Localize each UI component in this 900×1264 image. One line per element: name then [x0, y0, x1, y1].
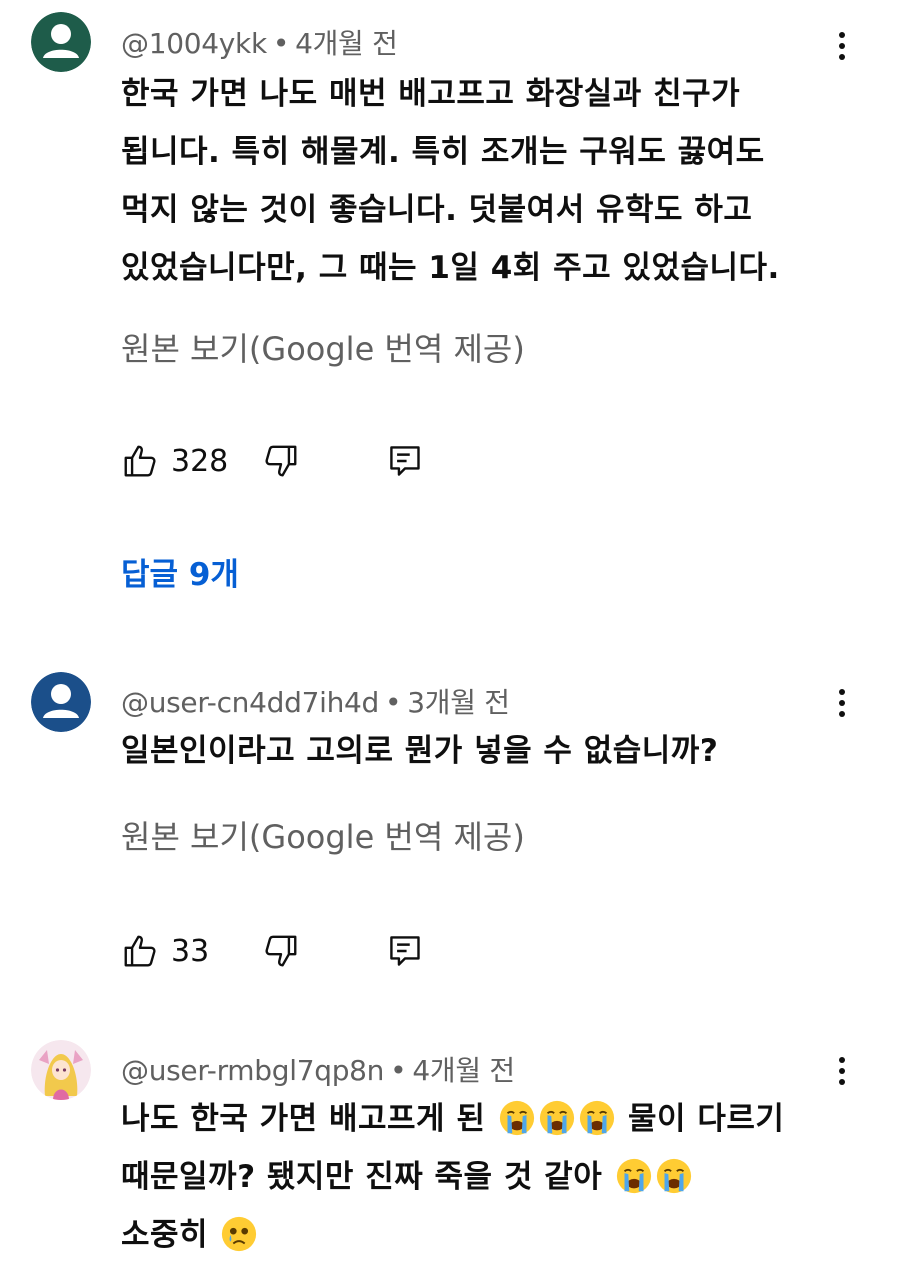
comment-text-line: 있었습니다만, 그 때는 1일 4회 주고 있었습니다.	[121, 250, 780, 286]
comment-reply-icon	[390, 446, 420, 476]
see-original-link[interactable]: 원본 보기(Google 번역 제공)	[121, 324, 525, 370]
loudly-crying-face-icon	[538, 1099, 576, 1137]
comment-text-line: 먹지 않는 것이 좋습니다. 덧붙여서 유학도 하고	[121, 192, 753, 228]
like-count: 33	[171, 933, 210, 969]
like-button[interactable]: 33	[121, 932, 209, 970]
avatar[interactable]	[31, 12, 91, 72]
reply-button[interactable]	[386, 442, 424, 484]
loudly-crying-face-icon	[655, 1157, 693, 1195]
more-options-icon[interactable]	[822, 26, 862, 66]
thumbs-down-icon	[265, 445, 297, 477]
dislike-button[interactable]	[262, 442, 300, 484]
loudly-crying-face-icon	[498, 1099, 536, 1137]
comment-text-line: 한국 가면 나도 매번 배고프고 화장실과 친구가	[121, 76, 741, 112]
avatar[interactable]	[31, 672, 91, 732]
comment-reply-icon	[390, 936, 420, 966]
avatar[interactable]	[31, 1040, 91, 1100]
comment-text-segment: 나도 한국 가면 배고프게 된	[121, 1101, 486, 1137]
like-count: 328	[171, 443, 229, 479]
see-original-link[interactable]: 원본 보기(Google 번역 제공)	[121, 812, 525, 858]
thumbs-down-icon	[265, 935, 297, 967]
comment-text: 나도 한국 가면 배고프게 된 물이 다르기 때문일까? 됐지만 진짜 죽을 것…	[121, 1090, 841, 1264]
like-button[interactable]: 328	[121, 442, 228, 480]
comment-meta: @user-rmbgl7qp8n • 4개월 전	[121, 1049, 515, 1089]
comment-text: 일본인이라고 고의로 뭔가 넣을 수 없습니까?	[121, 722, 841, 780]
user-avatar-icon	[31, 672, 91, 732]
meta-separator: •	[272, 27, 290, 60]
reply-button[interactable]	[386, 932, 424, 974]
anime-character-avatar-icon	[31, 1040, 91, 1100]
comment-handle[interactable]: @1004ykk	[121, 27, 267, 60]
comment-time: 3개월 전	[407, 686, 510, 719]
comment-text: 한국 가면 나도 매번 배고프고 화장실과 친구가 됩니다. 특히 해물계. 특…	[121, 65, 841, 297]
comment-actions: 328	[121, 442, 441, 488]
comment-handle[interactable]: @user-cn4dd7ih4d	[121, 686, 379, 719]
comment-text-segment: 물이 다르기	[627, 1101, 785, 1137]
thumbs-up-icon	[124, 935, 156, 967]
comment-handle[interactable]: @user-rmbgl7qp8n	[121, 1054, 384, 1087]
sad-tear-face-icon	[220, 1215, 258, 1253]
loudly-crying-face-icon	[578, 1099, 616, 1137]
comment-text-line: 됩니다. 특히 해물계. 특히 조개는 구워도 끓여도	[121, 134, 765, 170]
thumbs-up-icon	[124, 445, 156, 477]
user-avatar-icon	[31, 12, 91, 72]
loudly-crying-face-icon	[615, 1157, 653, 1195]
comment-text-line: 때문일까? 됐지만 진짜 죽을 것 같아	[121, 1148, 841, 1206]
comment-meta: @user-cn4dd7ih4d • 3개월 전	[121, 681, 510, 721]
comment-actions: 33	[121, 932, 441, 978]
comment-text-line: 일본인이라고 고의로 뭔가 넣을 수 없습니까?	[121, 733, 719, 769]
comment-time: 4개월 전	[295, 27, 398, 60]
comment-text-line: 나도 한국 가면 배고프게 된 물이 다르기	[121, 1090, 841, 1148]
comment-text-line: 소중히	[121, 1206, 841, 1264]
comment-meta: @1004ykk • 4개월 전	[121, 22, 398, 62]
comment-time: 4개월 전	[412, 1054, 515, 1087]
meta-separator: •	[390, 1054, 407, 1087]
view-replies-button[interactable]: 답글 9개	[121, 549, 239, 594]
dislike-button[interactable]	[262, 932, 300, 974]
comment-text-segment: 때문일까? 됐지만 진짜 죽을 것 같아	[121, 1159, 603, 1195]
more-options-icon[interactable]	[822, 683, 862, 723]
meta-separator: •	[385, 686, 402, 719]
comment-text-segment: 소중히	[121, 1217, 209, 1253]
more-options-icon[interactable]	[822, 1051, 862, 1091]
